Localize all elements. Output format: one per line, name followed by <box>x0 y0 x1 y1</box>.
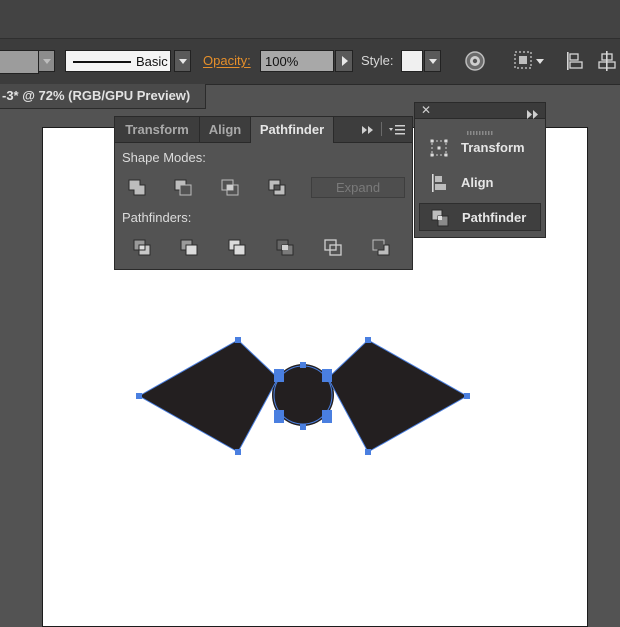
panel-menu-icon[interactable] <box>389 123 407 135</box>
panel-tab-bar: Transform Align Pathfinder <box>115 117 412 143</box>
crop-icon[interactable] <box>274 237 298 259</box>
graphic-style-swatch[interactable] <box>401 50 423 72</box>
unite-icon[interactable] <box>126 177 150 199</box>
tab-pathfinder[interactable]: Pathfinder <box>251 117 334 143</box>
style-label: Style: <box>361 53 394 68</box>
close-icon[interactable]: ✕ <box>421 103 431 117</box>
dock-item-label: Align <box>461 175 494 190</box>
panel-collapse-icon[interactable] <box>361 123 375 135</box>
minus-back-icon[interactable] <box>370 237 394 259</box>
stroke-profile-label: Basic <box>136 54 168 69</box>
transform-icon <box>430 139 448 157</box>
pathfinder-icon <box>431 209 449 227</box>
fill-color-swatch[interactable] <box>0 50 39 74</box>
align-left-icon[interactable] <box>562 48 588 74</box>
pathfinder-panel: Transform Align Pathfinder Shape Modes: … <box>114 116 413 270</box>
fill-dropdown-button[interactable] <box>38 50 55 72</box>
pathfinders-label: Pathfinders: <box>122 210 192 225</box>
document-tab[interactable]: -3* @ 72% (RGB/GPU Preview) <box>0 84 206 109</box>
exclude-icon[interactable] <box>266 177 290 199</box>
dock-item-label: Transform <box>461 140 525 155</box>
align-horizontal-center-icon[interactable] <box>594 48 620 74</box>
dock-item-align[interactable]: Align <box>419 169 541 197</box>
dock-grip-handle[interactable] <box>467 122 493 135</box>
tab-bar-divider <box>381 122 382 136</box>
trim-icon[interactable] <box>178 237 202 259</box>
divide-icon[interactable] <box>131 237 155 259</box>
stroke-preview-line <box>73 61 131 63</box>
expand-panels-icon[interactable] <box>527 106 539 119</box>
shape-modes-label: Shape Modes: <box>122 150 206 165</box>
merge-icon[interactable] <box>226 237 250 259</box>
document-tab-title: -3* @ 72% (RGB/GPU Preview) <box>2 88 191 103</box>
collapsed-panel-dock: ✕ Transform Align Pathfinder <box>414 102 546 238</box>
opacity-label[interactable]: Opacity: <box>203 53 251 68</box>
stroke-profile-dropdown-button[interactable] <box>174 50 191 72</box>
opacity-value: 100% <box>265 54 299 69</box>
graphic-style-dropdown-button[interactable] <box>424 50 441 72</box>
dock-header: ✕ <box>415 103 545 119</box>
opacity-slider-button[interactable] <box>335 50 353 72</box>
dock-item-label: Pathfinder <box>462 210 527 225</box>
align-to-selection-icon[interactable] <box>512 48 548 74</box>
recolor-icon[interactable] <box>462 48 488 74</box>
dock-item-transform[interactable]: Transform <box>419 134 541 162</box>
outline-icon[interactable] <box>322 237 346 259</box>
app-title-bar <box>0 0 620 39</box>
expand-button[interactable]: Expand <box>311 177 405 198</box>
tab-align[interactable]: Align <box>200 117 251 142</box>
intersect-icon[interactable] <box>219 177 243 199</box>
opacity-input[interactable]: 100% <box>260 50 334 72</box>
dock-item-pathfinder[interactable]: Pathfinder <box>419 203 541 231</box>
minus-front-icon[interactable] <box>172 177 196 199</box>
tab-transform[interactable]: Transform <box>115 117 200 142</box>
align-icon <box>432 174 446 192</box>
stroke-profile-dropdown[interactable]: Basic <box>65 50 171 72</box>
